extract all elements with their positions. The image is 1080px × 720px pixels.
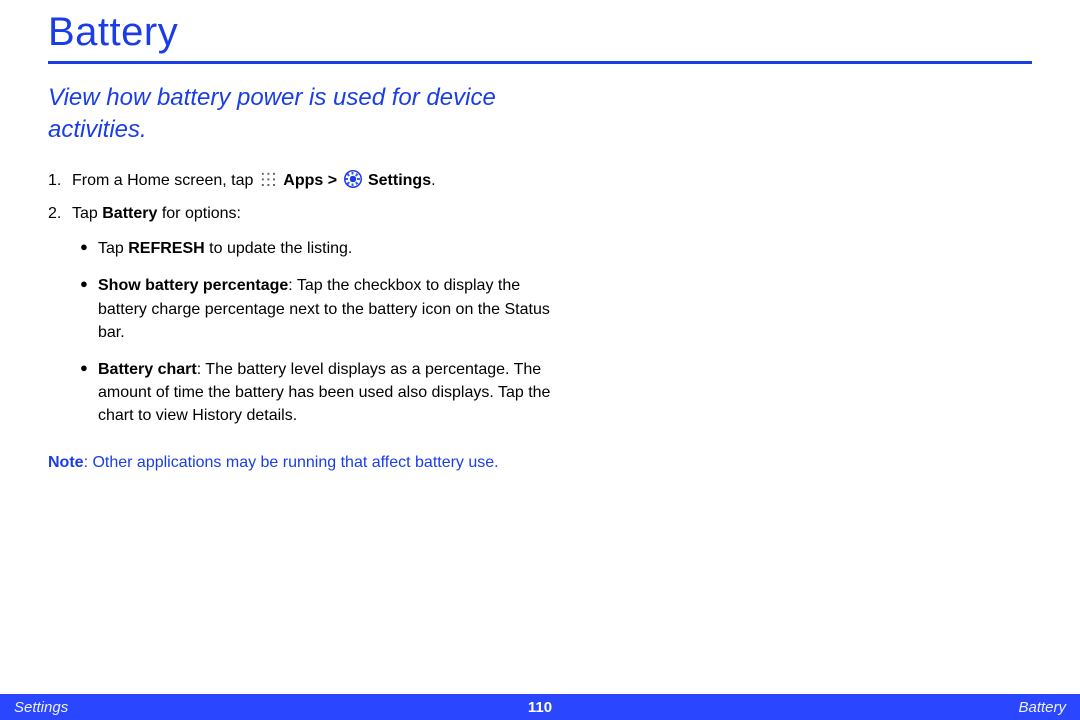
step-number: 1. xyxy=(48,169,72,192)
footer-right: Battery xyxy=(1018,699,1066,716)
step-body: From a Home screen, tap Apps > Settings. xyxy=(72,169,568,192)
bullet-dot-icon: ● xyxy=(80,358,98,428)
text: for options: xyxy=(157,205,241,222)
title-rule xyxy=(48,61,1032,64)
apps-label: Apps xyxy=(283,172,323,189)
bold-text: REFRESH xyxy=(128,240,204,257)
bullet-text: Tap REFRESH to update the listing. xyxy=(98,237,568,260)
page-footer: Settings 110 Battery xyxy=(0,694,1080,720)
list-item: ● Tap REFRESH to update the listing. xyxy=(72,237,568,260)
settings-label: Settings xyxy=(368,172,431,189)
bold-text: Show battery percentage xyxy=(98,277,288,294)
settings-gear-icon xyxy=(344,170,362,188)
page-subtitle: View how battery power is used for devic… xyxy=(48,82,568,147)
bullet-text: Show battery percentage: Tap the checkbo… xyxy=(98,274,568,344)
list-item: ● Show battery percentage: Tap the check… xyxy=(72,274,568,344)
bullet-dot-icon: ● xyxy=(80,237,98,260)
bold-text: Battery chart xyxy=(98,361,197,378)
page-title: Battery xyxy=(48,10,1032,55)
content-block: 1. From a Home screen, tap Apps > Settin… xyxy=(48,169,568,442)
bullet-list: ● Tap REFRESH to update the listing. ● S… xyxy=(72,237,568,427)
text: Tap xyxy=(72,205,102,222)
step-body: Tap Battery for options: ● Tap REFRESH t… xyxy=(72,202,568,442)
note-label: Note xyxy=(48,454,84,471)
apps-grid-icon xyxy=(260,171,277,188)
text: . xyxy=(431,172,435,189)
bold-text: Battery xyxy=(102,205,157,222)
footer-page-number: 110 xyxy=(528,699,552,716)
step-1: 1. From a Home screen, tap Apps > Settin… xyxy=(48,169,568,192)
text: to update the listing. xyxy=(205,240,353,257)
list-item: ● Battery chart: The battery level displ… xyxy=(72,358,568,428)
bullet-text: Battery chart: The battery level display… xyxy=(98,358,568,428)
step-2: 2. Tap Battery for options: ● Tap REFRES… xyxy=(48,202,568,442)
note-text: : Other applications may be running that… xyxy=(84,454,499,471)
step-number: 2. xyxy=(48,202,72,442)
bullet-dot-icon: ● xyxy=(80,274,98,344)
text: Tap xyxy=(98,240,128,257)
breadcrumb-sep: > xyxy=(323,172,341,189)
note-block: Note: Other applications may be running … xyxy=(48,451,568,474)
footer-left: Settings xyxy=(14,699,68,716)
manual-page: Battery View how battery power is used f… xyxy=(0,0,1080,720)
text: From a Home screen, tap xyxy=(72,172,258,189)
